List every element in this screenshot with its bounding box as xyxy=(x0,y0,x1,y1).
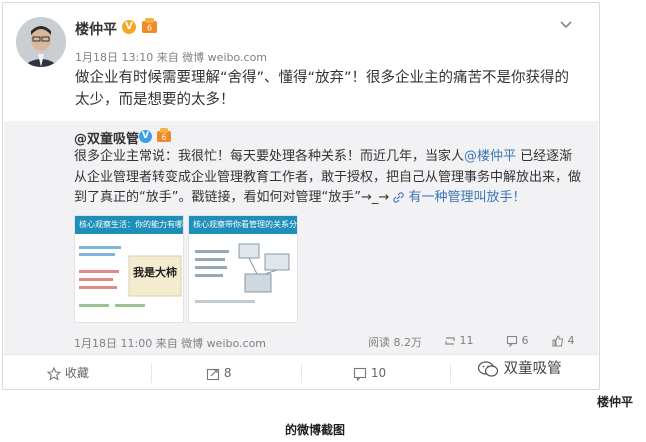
thumbs-up-icon xyxy=(552,335,564,347)
repost-text-part: 很多企业主常说：我很忙！每天要处理各种关系！而近几年，当家人 xyxy=(74,149,465,164)
favorite-label: 收藏 xyxy=(64,366,89,380)
post-meta: 1月18日 13:10 来自 微博 weibo.com xyxy=(75,51,268,64)
article-link-label: 有一种管理叫放手！ xyxy=(408,190,526,205)
repost-count: 11 xyxy=(459,334,474,347)
chevron-down-icon[interactable] xyxy=(559,17,573,31)
repost-text: 很多企业主常说：我很忙！每天要处理各种关系！而近几年，当家人@楼仲平 已经逐渐从… xyxy=(74,147,582,209)
wechat-icon xyxy=(477,361,499,377)
repost-icon xyxy=(445,337,455,345)
view-count: 阅读 8.2万 xyxy=(368,336,422,349)
caption-line-2: 的微博截图 xyxy=(285,423,346,437)
repost-button[interactable]: 8 xyxy=(206,355,232,389)
watermark: 双童吸管 xyxy=(477,357,562,378)
comment-count: 6 xyxy=(521,334,529,347)
divider xyxy=(301,364,302,383)
svg-text:6: 6 xyxy=(162,133,167,142)
repost-meta: 1月18日 11:00 来自 微博 weibo.com xyxy=(74,337,267,350)
repost-image-1[interactable]: 核心观察生活：你的能力有哪些？ 我是大柿 xyxy=(74,215,184,323)
comment-button[interactable]: 10 xyxy=(353,355,387,389)
slide-illustration xyxy=(195,243,290,303)
calligraphy-text: 我是大柿 xyxy=(133,266,177,279)
link-icon xyxy=(393,192,405,203)
repost-author[interactable]: @双童吸管 xyxy=(74,128,139,147)
repost-icon xyxy=(206,368,220,380)
repost-count: 8 xyxy=(223,366,232,380)
divider xyxy=(151,364,152,383)
thumb-title: 核心观察带你看管理的关系分析 xyxy=(189,216,297,234)
star-icon xyxy=(47,366,61,381)
repost-block[interactable]: @双童吸管 V 6 很多企业主常说：我很忙！每天要处理各种关系！而近几年，当家人… xyxy=(4,121,598,354)
divider xyxy=(450,364,451,383)
member-medal-icon: 6 xyxy=(157,128,171,142)
avatar[interactable] xyxy=(16,17,66,67)
mention-link[interactable]: @楼仲平 xyxy=(464,149,516,164)
article-link[interactable]: 有一种管理叫放手！ xyxy=(393,190,526,205)
verified-icon: V xyxy=(139,130,152,143)
repost-image-2[interactable]: 核心观察带你看管理的关系分析 xyxy=(188,215,298,323)
member-medal-icon: 6 xyxy=(142,18,157,33)
svg-text:6: 6 xyxy=(147,24,152,33)
watermark-text: 双童吸管 xyxy=(503,361,562,377)
thumb-title: 核心观察生活：你的能力有哪些？ xyxy=(75,216,183,234)
like-count-button[interactable]: 4 xyxy=(552,334,575,347)
comment-count-button[interactable]: 6 xyxy=(506,334,529,347)
post-text: 做企业有时候需要理解“舍得”、懂得“放弃”！很多企业主的痛苦不是你获得的太少，而… xyxy=(75,70,570,108)
author-name[interactable]: 楼仲平 xyxy=(75,19,117,39)
caption-line-1: 楼仲平 xyxy=(597,395,634,409)
favorite-button[interactable]: 收藏 xyxy=(47,355,89,389)
comment-icon xyxy=(506,335,518,347)
comment-count: 10 xyxy=(370,366,387,380)
repost-count-button[interactable]: 11 xyxy=(444,334,474,347)
comment-icon xyxy=(353,367,367,381)
verified-icon: V xyxy=(122,20,136,34)
like-count: 4 xyxy=(567,334,575,347)
post-header: 楼仲平 V 6 1月18日 13:10 来自 微博 weibo.com 做企业有… xyxy=(3,3,599,121)
weibo-card: 楼仲平 V 6 1月18日 13:10 来自 微博 weibo.com 做企业有… xyxy=(2,2,600,390)
